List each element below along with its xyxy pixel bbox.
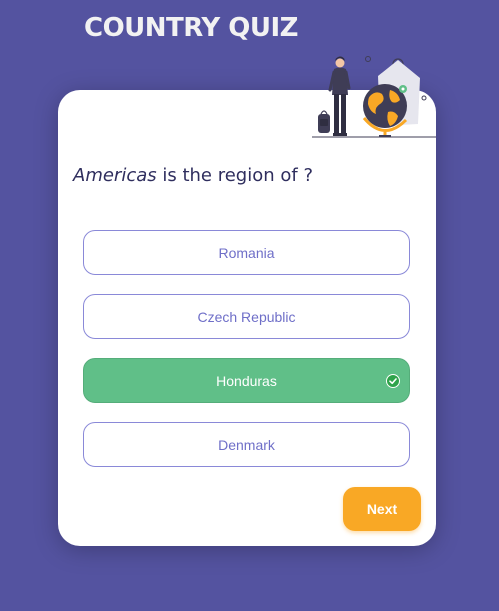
app-title: COUNTRY QUIZ (84, 13, 299, 43)
next-button[interactable]: Next (343, 487, 421, 531)
answer-option-a[interactable]: Romania (83, 230, 410, 275)
answer-option-d[interactable]: Denmark (83, 422, 410, 467)
check-circle-icon (386, 374, 400, 388)
question-suffix: is the region of ? (156, 165, 313, 186)
answer-option-label: Romania (218, 244, 275, 261)
answer-option-label: Czech Republic (197, 308, 296, 325)
answer-option-b[interactable]: Czech Republic (83, 294, 410, 339)
question-text: Americas is the region of ? (73, 162, 413, 190)
answer-option-label: Denmark (218, 436, 275, 453)
answer-option-c[interactable]: Honduras (83, 358, 410, 403)
traveler-globe-illustration (312, 56, 436, 138)
answer-option-label: Honduras (216, 372, 277, 389)
question-region: Americas (73, 165, 157, 186)
